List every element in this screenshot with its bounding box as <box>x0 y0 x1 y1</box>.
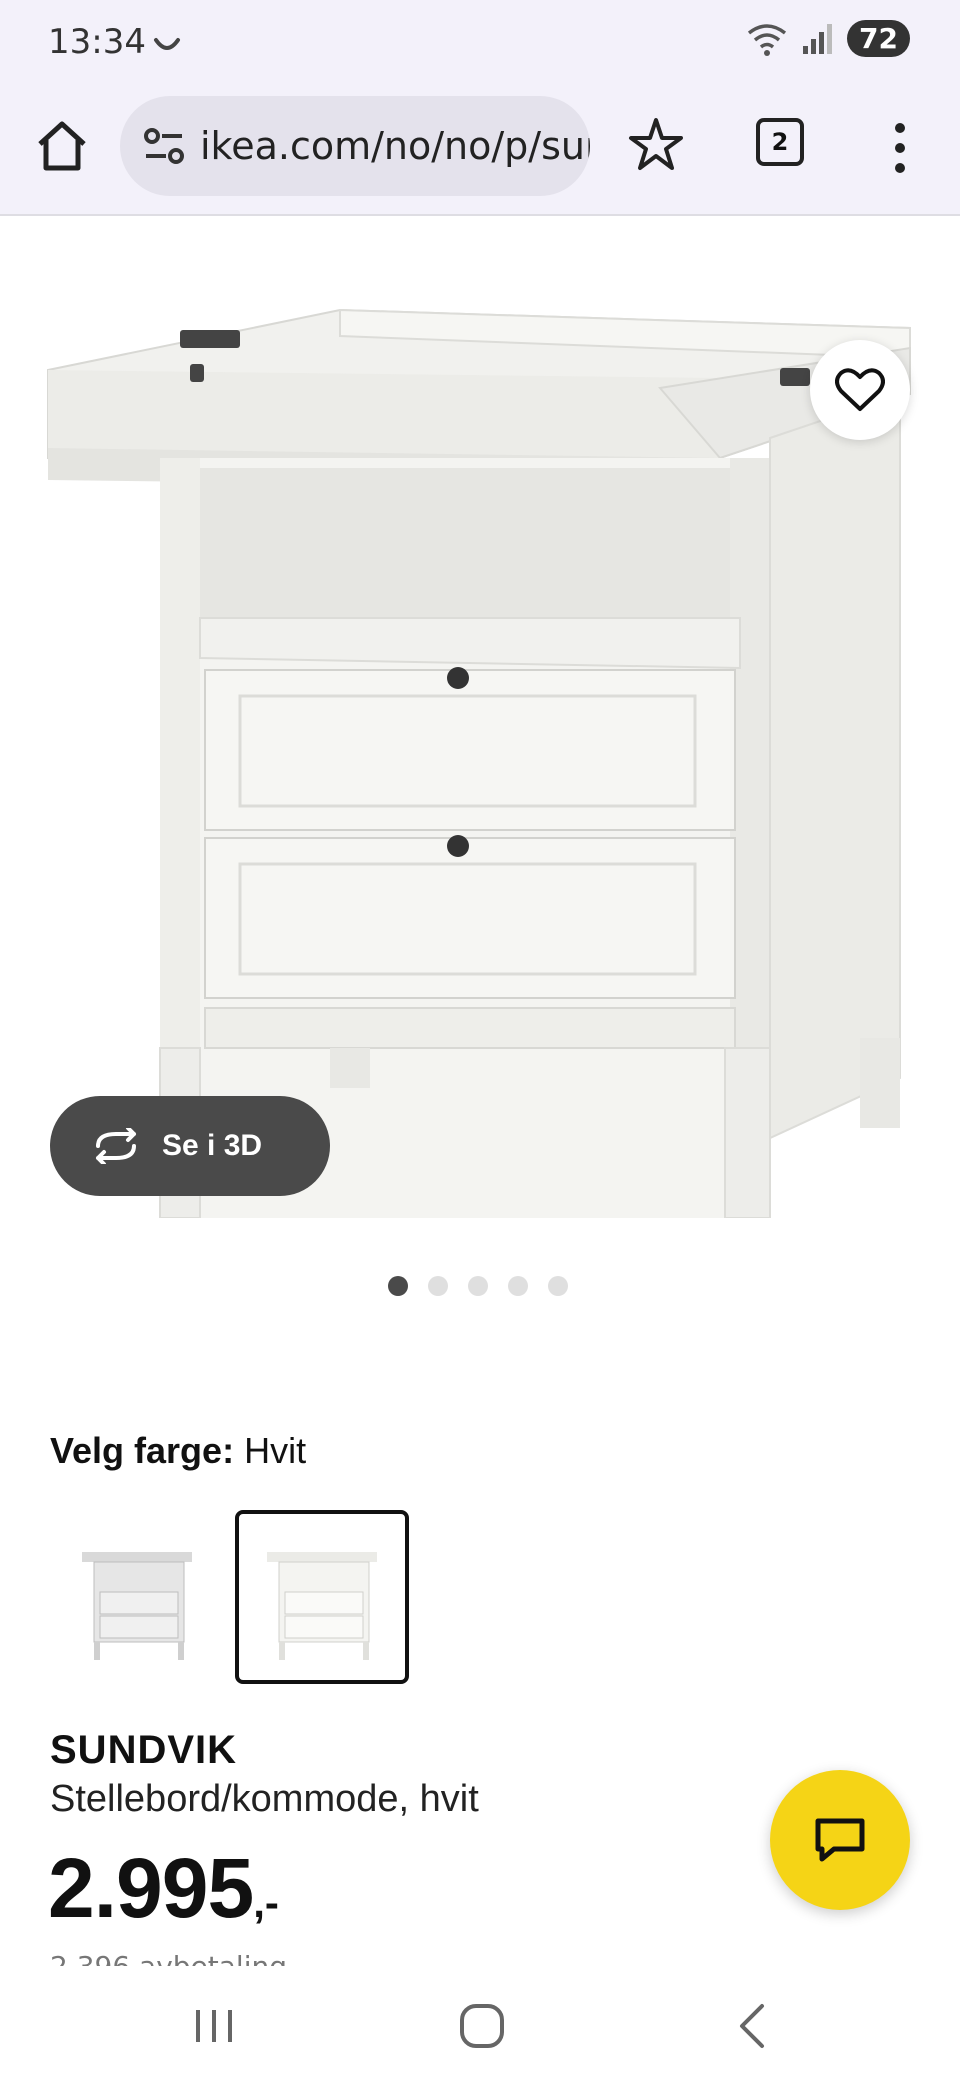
wifi-icon <box>747 23 787 56</box>
smile-icon <box>154 38 180 50</box>
color-swatch-white-selected[interactable] <box>235 1510 409 1684</box>
system-nav-bar <box>0 1966 960 2080</box>
site-settings-icon[interactable] <box>142 126 186 166</box>
carousel-dot[interactable] <box>548 1276 568 1296</box>
product-name: SUNDVIK <box>50 1728 238 1772</box>
carousel-dot[interactable] <box>468 1276 488 1296</box>
view-in-3d-label: Se i 3D <box>162 1129 263 1162</box>
carousel-dot[interactable] <box>508 1276 528 1296</box>
recent-apps-icon[interactable] <box>184 1996 244 2056</box>
status-time: 13:34 <box>48 22 146 62</box>
color-swatch-grey[interactable] <box>50 1510 224 1684</box>
chat-button[interactable] <box>770 1770 910 1910</box>
rotate-3d-icon <box>96 1128 136 1164</box>
favorite-button[interactable] <box>810 340 910 440</box>
tab-switcher-button[interactable]: 2 <box>756 118 804 166</box>
swatch-thumbnail <box>267 1552 377 1660</box>
carousel-dot[interactable] <box>388 1276 408 1296</box>
signal-icon <box>803 23 833 54</box>
carousel-dot[interactable] <box>428 1276 448 1296</box>
chat-icon <box>815 1818 865 1862</box>
status-bar: 13:34 72 <box>0 0 960 90</box>
product-description: Stellebord/kommode, hvit <box>50 1778 479 1820</box>
url-text: ikea.com/no/no/p/sundvik <box>200 124 590 168</box>
swatch-thumbnail <box>82 1552 192 1660</box>
price-suffix: ,- <box>253 1879 279 1926</box>
back-icon[interactable] <box>722 1996 782 2056</box>
more-menu-icon[interactable] <box>880 116 920 180</box>
bookmark-star-icon[interactable] <box>624 112 688 176</box>
address-bar[interactable]: ikea.com/no/no/p/sundvik <box>120 96 590 196</box>
image-carousel-dots <box>388 1276 568 1296</box>
heart-icon <box>835 368 885 411</box>
view-in-3d-button[interactable]: Se i 3D <box>50 1096 330 1196</box>
price-subtext: 2.396 avbetaling <box>50 1950 287 1966</box>
battery-badge: 72 <box>847 20 910 57</box>
color-select-label: Velg farge: Hvit <box>50 1430 306 1472</box>
price-main: 2.995 <box>48 1841 254 1935</box>
product-price: 2.995,- <box>48 1840 279 1937</box>
status-icons: 72 <box>745 20 910 57</box>
home-nav-icon[interactable] <box>452 1996 512 2056</box>
browser-toolbar: ikea.com/no/no/p/sundvik 2 <box>0 90 960 216</box>
color-select-value: Hvit <box>244 1430 307 1471</box>
home-icon[interactable] <box>30 114 94 178</box>
color-select-title: Velg farge: <box>50 1430 235 1471</box>
